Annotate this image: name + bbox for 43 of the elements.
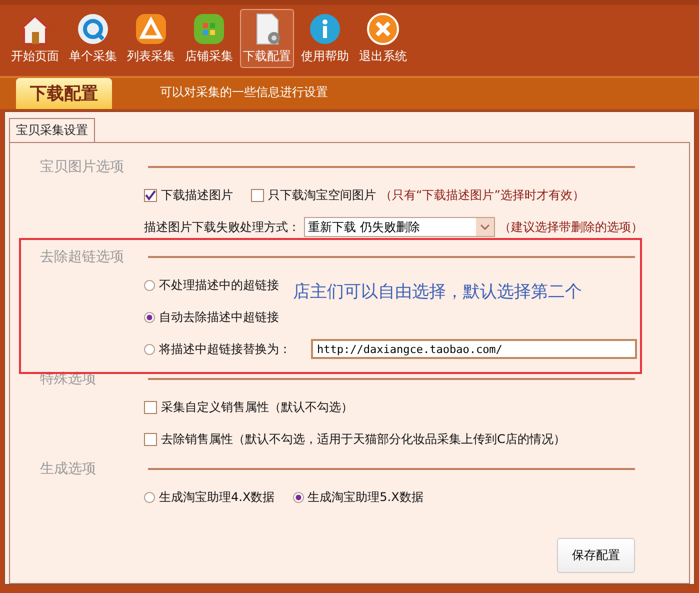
checkbox-label: 去除销售属性（默认不勾选，适用于天猫部分化妆品采集上传到C店的情况） — [161, 430, 566, 448]
house-icon — [18, 12, 52, 46]
checkbox-label: 只下载淘宝空间图片 — [268, 186, 376, 204]
checkbox[interactable] — [251, 188, 264, 202]
page-description: 可以对采集的一些信息进行设置 — [160, 84, 328, 101]
magnifier-icon — [76, 12, 110, 46]
select-label: 描述图片下载失败处理方式： — [144, 218, 300, 236]
tab[interactable]: 宝贝采集设置 — [9, 118, 95, 142]
toolbar-button[interactable]: 使用帮助 — [298, 9, 352, 68]
info-icon — [308, 12, 342, 46]
checkbox[interactable] — [144, 400, 157, 414]
url-input-field[interactable]: http://daxiangce.taobao.com/ — [311, 339, 637, 359]
radio-label: 生成淘宝助理5.X数据 — [308, 488, 424, 506]
radio-button[interactable] — [144, 492, 155, 502]
grid-icon — [192, 12, 226, 46]
hint-text: （建议选择带删除的选项） — [499, 218, 643, 236]
annotation-text: 店主们可以自由选择，默认选择第二个 — [293, 281, 583, 304]
toolbar-button[interactable]: 下载配置 — [240, 9, 294, 68]
section-title: 去除超链选项 — [40, 248, 125, 266]
checkbox[interactable] — [144, 188, 157, 202]
checkbox[interactable] — [144, 432, 157, 446]
section-title: 生成选项 — [40, 460, 97, 478]
radio-button[interactable] — [144, 344, 155, 354]
dropdown[interactable]: 重新下载 仍失败删除 — [304, 217, 495, 237]
radio-button[interactable] — [144, 312, 155, 322]
caret-icon — [476, 218, 494, 236]
toolbar-button[interactable]: 列表采集 — [124, 9, 178, 68]
radio-label: 自动去除描述中超链接 — [159, 308, 279, 326]
checkbox-label: 下载描述图片 — [161, 186, 233, 204]
radio-label: 将描述中超链接替换为： — [159, 340, 291, 358]
toolbar-button[interactable]: 退出系统 — [356, 9, 410, 68]
toolbar-button[interactable]: 单个采集 — [66, 9, 120, 68]
radio-label: 不处理描述中的超链接 — [159, 276, 279, 294]
radio-button[interactable] — [144, 280, 155, 290]
toolbar-button[interactable]: 开始页面 — [8, 9, 62, 68]
close-icon — [366, 12, 400, 46]
radio-label: 生成淘宝助理4.X数据 — [159, 488, 275, 506]
save-button[interactable]: 保存配置 — [557, 538, 635, 573]
hint-text: （只有“下载描述图片”选择时才有效） — [380, 186, 584, 204]
section-title: 宝贝图片选项 — [40, 158, 125, 176]
checkbox-label: 采集自定义销售属性（默认不勾选） — [161, 398, 353, 416]
radio-button[interactable] — [292, 492, 304, 502]
toolbar-button[interactable]: 店铺采集 — [182, 9, 236, 68]
